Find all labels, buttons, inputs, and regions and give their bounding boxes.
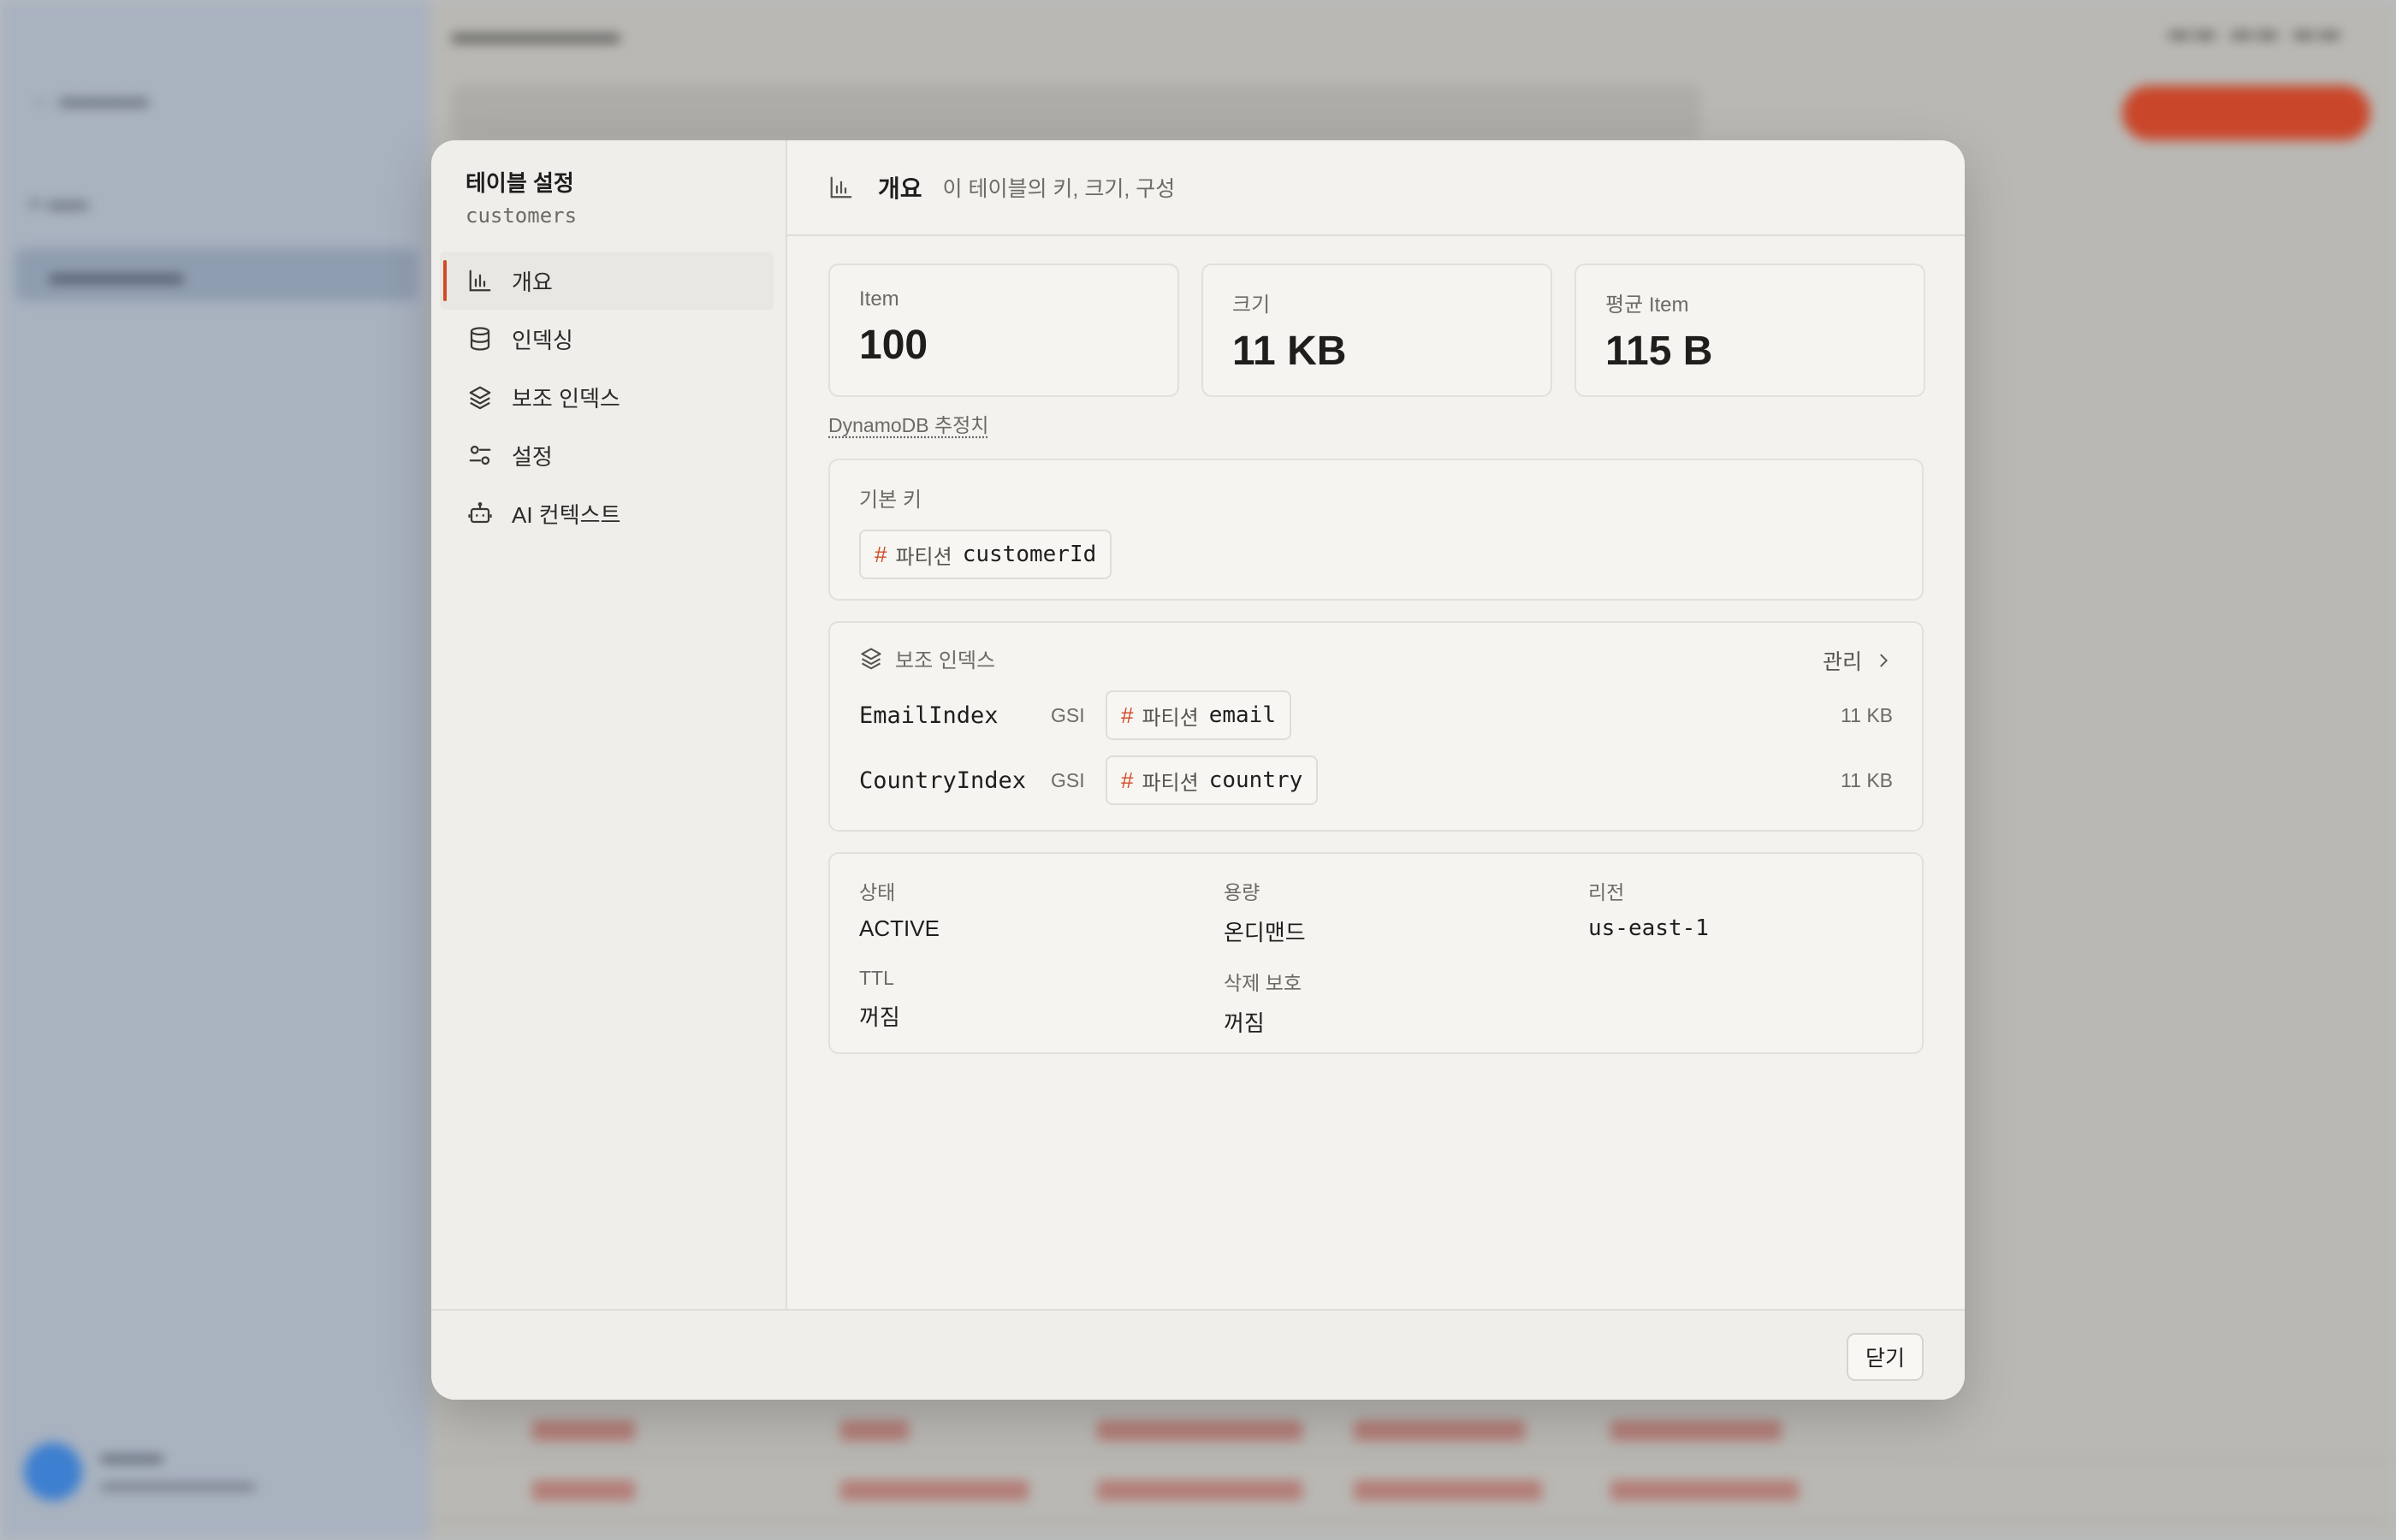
region-label: 리전 (1588, 881, 1625, 903)
background-row (430, 1463, 2396, 1521)
secondary-indexes-label: 보조 인덱스 (895, 649, 996, 672)
background-back-link: ← ▬▬▬▬ (31, 86, 149, 111)
status-value: ACTIVE (859, 915, 940, 941)
region-value: us-east-1 (1588, 915, 1709, 941)
primary-key-label: 기본 키 (859, 489, 922, 512)
database-icon (467, 326, 493, 352)
index-row: CountryIndex GSI # 파티션 country 11 KB (859, 748, 1893, 813)
stat-value: 115 B (1605, 329, 1713, 374)
nav-item-label: 보조 인덱스 (512, 385, 620, 412)
panel-header: 개요 이 테이블의 키, 크기, 구성 (787, 140, 1965, 236)
index-name: CountryIndex (859, 767, 1027, 794)
background-run-button (2122, 86, 2370, 140)
deletion-protection-value: 꺼짐 (1224, 1010, 1265, 1036)
secondary-indexes-card: 보조 인덱스 관리 EmailIndex GSI # 파티션 email 11 … (828, 621, 1924, 832)
key-type: 파티션 (1142, 706, 1199, 730)
stat-card-size: 크기 11 KB (1201, 264, 1552, 397)
background-table-item: ▬▬▬▬▬▬ (15, 248, 418, 301)
deletion-protection-label: 삭제 보호 (1224, 972, 1302, 994)
sliders-icon (467, 442, 493, 468)
panel-description: 이 테이블의 키, 크기, 구성 (942, 177, 1176, 201)
nav-item-settings[interactable]: 설정 (440, 426, 774, 484)
nav-item-secondary-indexes[interactable]: 보조 인덱스 (440, 368, 774, 426)
hash-icon: # (875, 541, 887, 567)
stat-card-items: Item 100 (828, 264, 1179, 397)
chevron-right-icon (1880, 654, 1888, 667)
background-top-actions: ▬▬ ▬▬ ▬▬ (2168, 21, 2345, 44)
key-chip: # 파티션 country (1106, 755, 1319, 805)
status-field: 상태 ACTIVE (859, 876, 940, 942)
settings-nav: 개요 인덱싱 보조 인덱스 설정 AI 컨텍스트 (440, 252, 774, 542)
panel-title: 개요 (878, 175, 922, 202)
key-chip: # 파티션 customerId (859, 530, 1112, 579)
region-field: 리전 us-east-1 (1588, 876, 1709, 941)
nav-item-label: 설정 (512, 443, 553, 470)
hash-icon: # (1121, 702, 1134, 728)
stat-label: 크기 (1232, 293, 1271, 317)
stat-card-avg-item: 평균 Item 115 B (1575, 264, 1925, 397)
overview-panel: 개요 이 테이블의 키, 크기, 구성 Item 100 크기 11 KB 평균… (787, 140, 1965, 1309)
background-toolbar (452, 86, 1701, 140)
table-settings-modal: 테이블 설정 customers 개요 인덱싱 보조 인덱스 설정 AI 컨텍스… (431, 140, 1965, 1400)
background-user: ▬▬▬ (101, 1444, 163, 1467)
layers-icon (861, 648, 881, 670)
bar-chart-icon (467, 268, 493, 293)
ttl-field: TTL 꺼짐 (859, 967, 900, 1032)
key-name: customerId (962, 542, 1097, 567)
key-type: 파티션 (1142, 771, 1199, 795)
bar-chart-icon (830, 176, 852, 198)
ttl-label: TTL (859, 967, 894, 989)
stat-label: 평균 Item (1605, 293, 1689, 317)
background-user-sub: ▬▬▬▬▬▬▬▬▬ (101, 1475, 255, 1494)
nav-item-label: AI 컨텍스트 (512, 501, 621, 528)
nav-item-indexing[interactable]: 인덱싱 (440, 310, 774, 368)
stat-value: 11 KB (1232, 329, 1347, 374)
background-sidebar: ← ▬▬▬▬ ▸ ▬▬ ▬▬▬▬▬▬ ▬▬▬ ▬▬▬▬▬▬▬▬▬ (0, 0, 430, 1540)
index-row: EmailIndex GSI # 파티션 email 11 KB (859, 683, 1893, 748)
index-type: GSI (1051, 703, 1085, 726)
nav-item-label: 인덱싱 (512, 327, 573, 353)
close-button[interactable]: 닫기 (1846, 1333, 1924, 1381)
manage-label: 관리 (1822, 650, 1862, 674)
stats-row: Item 100 크기 11 KB 평균 Item 115 B (828, 264, 1925, 397)
background-title: ▬▬▬▬▬▬▬ (452, 21, 620, 47)
modal-footer: 닫기 (431, 1309, 1965, 1400)
nav-item-ai-context[interactable]: AI 컨텍스트 (440, 484, 774, 542)
robot-icon (467, 500, 493, 526)
capacity-label: 용량 (1224, 881, 1260, 903)
nav-item-overview[interactable]: 개요 (440, 252, 774, 310)
index-size: 11 KB (1841, 703, 1893, 726)
index-size: 11 KB (1841, 768, 1893, 791)
key-name: country (1208, 767, 1303, 793)
capacity-value: 온디맨드 (1224, 920, 1306, 945)
table-details-card: 상태 ACTIVE 용량 온디맨드 리전 us-east-1 TTL 꺼짐 삭제… (828, 852, 1924, 1054)
primary-key-card: 기본 키 # 파티션 customerId (828, 459, 1924, 601)
capacity-field: 용량 온디맨드 (1224, 876, 1306, 947)
index-type: GSI (1051, 768, 1085, 791)
settings-sidebar: 테이블 설정 customers 개요 인덱싱 보조 인덱스 설정 AI 컨텍스… (431, 140, 787, 1309)
stat-value: 100 (859, 323, 928, 368)
nav-item-label: 개요 (512, 269, 553, 295)
modal-title: 테이블 설정 (466, 170, 574, 196)
table-name: customers (466, 204, 578, 228)
layers-icon (467, 384, 493, 410)
hash-icon: # (1121, 767, 1134, 793)
ttl-value: 꺼짐 (859, 1004, 900, 1030)
secondary-indexes-header: 보조 인덱스 (859, 645, 1893, 672)
manage-indexes-link[interactable]: 관리 (1823, 645, 1893, 676)
key-name: email (1208, 702, 1276, 728)
estimate-note: DynamoDB 추정치 (828, 414, 989, 436)
stat-label: Item (859, 287, 899, 311)
deletion-protection-field: 삭제 보호 꺼짐 (1224, 967, 1302, 1038)
index-name: EmailIndex (859, 702, 999, 729)
background-row (430, 1403, 2396, 1461)
key-chip: # 파티션 email (1106, 690, 1291, 740)
background-tables-header: ▸ ▬▬ (31, 191, 88, 214)
key-type: 파티션 (895, 545, 952, 569)
status-label: 상태 (859, 881, 896, 903)
background-avatar (24, 1442, 82, 1501)
